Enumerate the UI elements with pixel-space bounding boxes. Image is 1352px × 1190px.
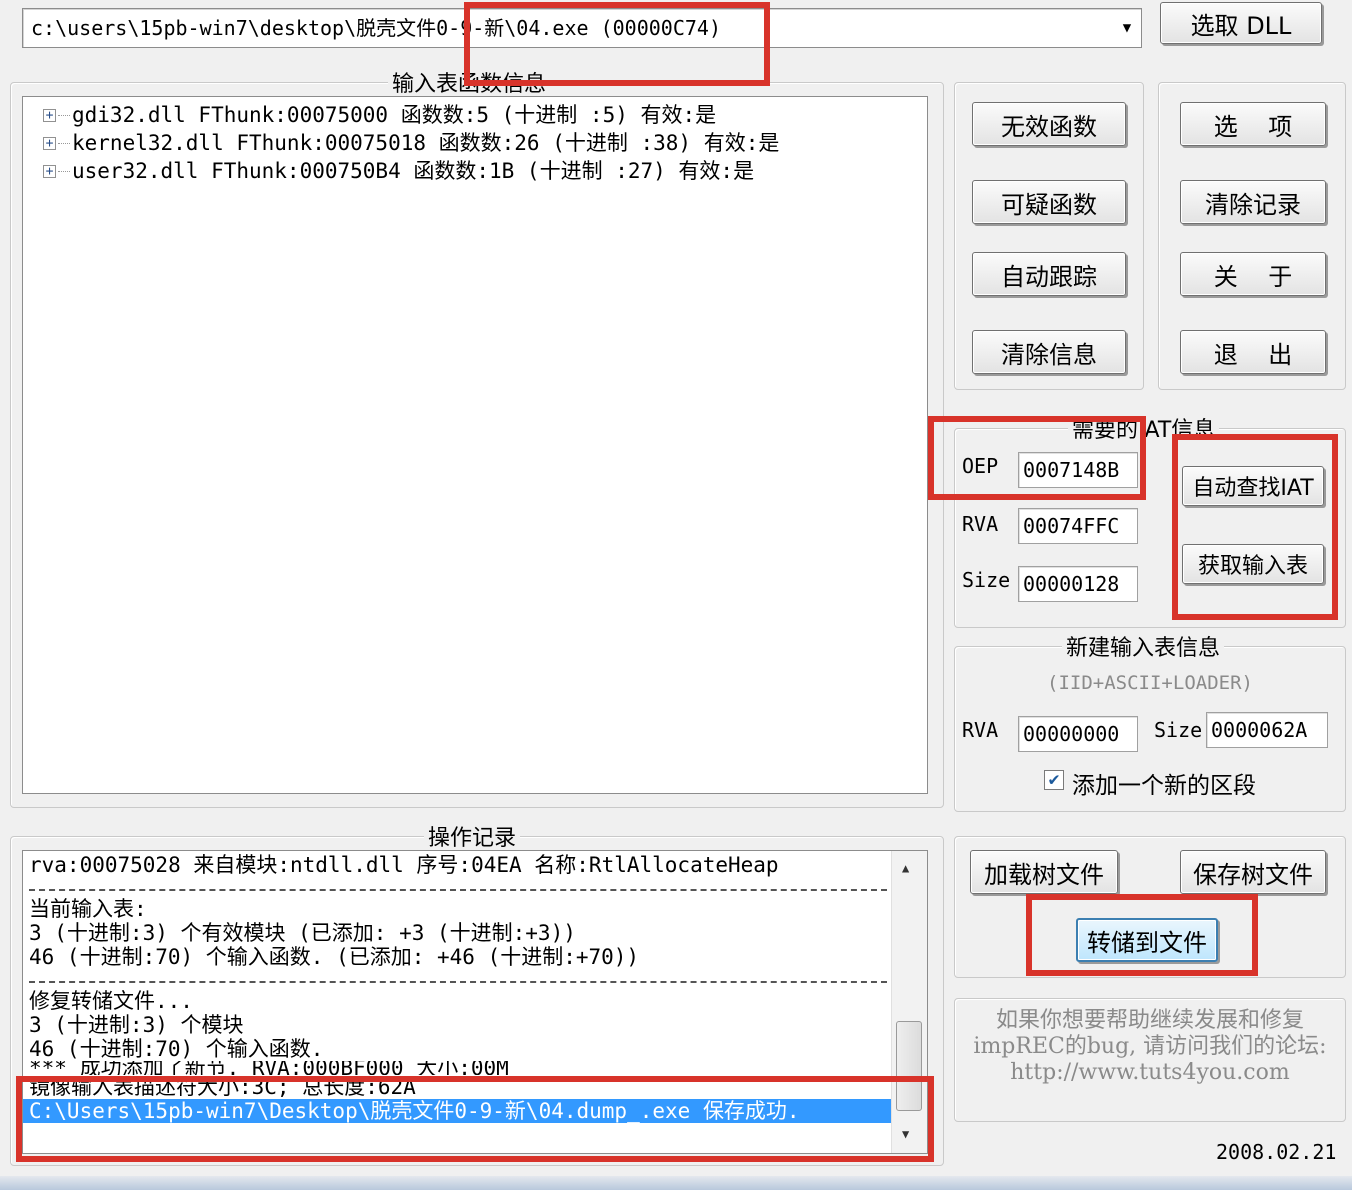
oep-field[interactable]: 0007148B xyxy=(1018,452,1138,488)
process-combobox-value: c:\users\15pb-win7\desktop\脱壳文件0-9-新\04.… xyxy=(31,16,722,40)
add-section-checkbox[interactable]: ✔ xyxy=(1044,770,1064,790)
select-dll-button[interactable]: 选取 DLL xyxy=(1160,2,1322,44)
tree-item[interactable]: + kernel32.dll FThunk:00075018 函数数:26 (十… xyxy=(43,129,927,157)
iat-size-label: Size xyxy=(962,568,1011,592)
get-imports-button[interactable]: 获取输入表 xyxy=(1182,544,1324,584)
new-size-label: Size xyxy=(1154,718,1203,742)
invalid-functions-button[interactable]: 无效函数 xyxy=(972,102,1126,146)
log-separator xyxy=(29,969,887,983)
log-group-title: 操作记录 xyxy=(424,820,521,852)
log-list[interactable]: rva:00075028 来自模块:ntdll.dll 序号:04EA 名称:R… xyxy=(22,850,928,1154)
clear-log-button[interactable]: 清除记录 xyxy=(1180,180,1326,224)
scrollbar-thumb[interactable] xyxy=(896,1021,922,1111)
log-scrollbar[interactable]: ▲ ▼ xyxy=(891,851,927,1153)
expand-plus-icon[interactable]: + xyxy=(43,108,56,122)
new-import-subtitle: (IID+ASCII+LOADER) xyxy=(1047,672,1253,694)
imports-group-title: 输入表函数信息 xyxy=(388,66,551,98)
iat-rva-label: RVA xyxy=(962,512,999,536)
auto-find-iat-button[interactable]: 自动查找IAT xyxy=(1182,466,1324,506)
auto-trace-button[interactable]: 自动跟踪 xyxy=(972,252,1126,296)
credits-line: impREC的bug, 请访问我们的论坛: xyxy=(973,1034,1327,1059)
expand-plus-icon[interactable]: + xyxy=(43,136,56,150)
log-line: 修复转储文件... xyxy=(29,989,193,1013)
log-separator xyxy=(29,877,887,891)
log-line: 46 (十进制:70) 个输入函数. xyxy=(29,1037,324,1061)
window-bottom-edge xyxy=(0,1176,1352,1190)
log-line: 当前输入表: xyxy=(29,897,147,921)
log-line: *** 成功添加了新节. RVA:000BF000 大小:00M xyxy=(29,1061,509,1075)
log-line: 3 (十进制:3) 个有效模块 (已添加: +3 (十进制:+3)) xyxy=(29,921,576,945)
tree-item[interactable]: + user32.dll FThunk:000750B4 函数数:1B (十进制… xyxy=(43,157,927,185)
log-line: rva:00075028 来自模块:ntdll.dll 序号:04EA 名称:R… xyxy=(29,853,779,877)
tree-item-label: gdi32.dll FThunk:00075000 函数数:5 (十进制 :5)… xyxy=(72,103,717,127)
new-import-title: 新建输入表信息 xyxy=(1062,630,1225,662)
log-line: 镜像输入表描述符大小:3C; 总长度:62A xyxy=(29,1075,416,1099)
add-section-label: 添加一个新的区段 xyxy=(1072,773,1256,799)
credits-text: 如果你想要帮助继续发展和修复 impREC的bug, 请访问我们的论坛: htt… xyxy=(956,1008,1344,1086)
tree-item[interactable]: + gdi32.dll FThunk:00075000 函数数:5 (十进制 :… xyxy=(43,101,927,129)
expand-plus-icon[interactable]: + xyxy=(43,164,56,178)
about-button[interactable]: 关 于 xyxy=(1180,252,1326,296)
log-line: 3 (十进制:3) 个模块 xyxy=(29,1013,244,1037)
new-rva-field[interactable]: 00000000 xyxy=(1018,716,1138,752)
load-tree-button[interactable]: 加载树文件 xyxy=(970,850,1118,894)
log-line: 46 (十进制:70) 个输入函数. (已添加: +46 (十进制:+70)) xyxy=(29,945,640,969)
imports-tree[interactable]: + gdi32.dll FThunk:00075000 函数数:5 (十进制 :… xyxy=(22,96,928,794)
scroll-down-icon[interactable]: ▼ xyxy=(902,1127,909,1141)
iat-size-field[interactable]: 00000128 xyxy=(1018,566,1138,602)
new-rva-label: RVA xyxy=(962,718,999,742)
new-size-field[interactable]: 0000062A xyxy=(1206,712,1328,748)
tree-item-label: user32.dll FThunk:000750B4 函数数:1B (十进制 :… xyxy=(72,159,755,183)
clear-info-button[interactable]: 清除信息 xyxy=(972,330,1126,374)
chevron-down-icon[interactable]: ▼ xyxy=(1119,21,1135,35)
iat-rva-field[interactable]: 00074FFC xyxy=(1018,508,1138,544)
scroll-up-icon[interactable]: ▲ xyxy=(902,861,909,875)
iat-info-group xyxy=(954,428,1346,628)
options-button[interactable]: 选 项 xyxy=(1180,102,1326,146)
tree-item-label: kernel32.dll FThunk:00075018 函数数:26 (十进制… xyxy=(72,131,780,155)
process-combobox[interactable]: c:\users\15pb-win7\desktop\脱壳文件0-9-新\04.… xyxy=(22,8,1142,48)
dump-to-file-button[interactable]: 转储到文件 xyxy=(1076,918,1218,962)
oep-label: OEP xyxy=(962,454,999,478)
credits-line: 如果你想要帮助继续发展和修复 xyxy=(995,1008,1304,1033)
log-line-selected[interactable]: C:\Users\15pb-win7\Desktop\脱壳文件0-9-新\04.… xyxy=(23,1099,893,1123)
save-tree-button[interactable]: 保存树文件 xyxy=(1180,850,1326,894)
suspect-functions-button[interactable]: 可疑函数 xyxy=(972,180,1126,224)
exit-button[interactable]: 退 出 xyxy=(1180,330,1326,374)
iat-info-title: 需要的IAT信息 xyxy=(1068,412,1220,444)
version-date: 2008.02.21 xyxy=(1216,1140,1337,1164)
credits-link[interactable]: http://www.tuts4you.com xyxy=(956,1060,1344,1086)
